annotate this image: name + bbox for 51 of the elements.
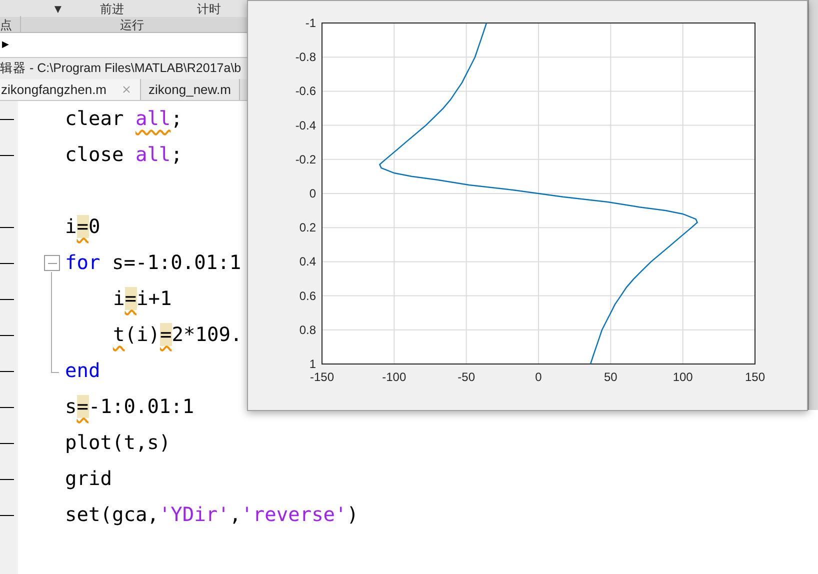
x-tick-label: -50 <box>458 370 475 384</box>
x-tick-label: -100 <box>382 370 406 384</box>
y-tick-label: 0.8 <box>299 322 316 337</box>
line-marker[interactable] <box>0 226 14 228</box>
editor-tab[interactable]: zikongfangzhen.m <box>0 79 141 100</box>
line-marker[interactable] <box>0 370 14 372</box>
x-tick-label: 50 <box>604 370 618 384</box>
y-tick-label: -0.6 <box>295 84 316 98</box>
address-bar[interactable]: ▶ <box>0 33 247 58</box>
y-tick-label: 0.6 <box>299 288 316 303</box>
x-tick-label: 100 <box>672 370 693 384</box>
code-line: plot(t,s) <box>65 430 171 456</box>
code-line: end <box>65 358 100 384</box>
y-tick-label: 0.4 <box>299 254 316 269</box>
fold-toggle-icon[interactable] <box>44 255 60 271</box>
line-marker[interactable] <box>0 154 14 156</box>
code-line: i=i+1 <box>113 286 172 312</box>
line-marker[interactable] <box>0 262 14 264</box>
y-tick-label: -1 <box>305 16 316 30</box>
fold-end-corner <box>51 353 59 373</box>
x-tick-label: 150 <box>744 370 766 384</box>
code-line: close all; <box>65 142 182 168</box>
code-line: t(i)=2*109. <box>113 322 242 348</box>
y-tick-label: -0.8 <box>295 50 316 64</box>
close-icon[interactable] <box>120 84 132 95</box>
x-tick-label: -150 <box>310 370 334 384</box>
ribbon-label[interactable]: 前进 <box>100 2 124 16</box>
y-tick-label: 1 <box>309 357 316 371</box>
ribbon-label[interactable]: ▼ <box>52 2 64 16</box>
code-line: clear all; <box>65 106 182 132</box>
y-tick-label: -0.2 <box>295 152 316 166</box>
editor-title: 辑器 - C:\Program Files\MATLAB\R2017a\b <box>0 58 247 79</box>
y-tick-label: 0.2 <box>299 220 316 235</box>
code-line: s=-1:0.01:1 <box>65 394 194 420</box>
line-marker[interactable] <box>0 298 14 300</box>
editor-tab[interactable]: zikong_new.m <box>140 79 240 100</box>
ribbon-section-label: 运行 <box>120 16 144 34</box>
line-marker[interactable] <box>0 118 14 120</box>
code-line: set(gca,'YDir','reverse') <box>65 502 359 528</box>
code-line: i=0 <box>65 214 100 240</box>
code-line: grid <box>65 466 112 492</box>
ribbon-label[interactable]: 计时 <box>196 2 221 16</box>
x-tick-label: 0 <box>535 370 542 384</box>
line-marker[interactable] <box>0 478 14 480</box>
y-tick-label: 0 <box>309 186 316 200</box>
code-line: for s=-1:0.01:1 <box>65 250 242 276</box>
line-marker[interactable] <box>0 334 14 336</box>
line-marker[interactable] <box>0 442 14 444</box>
line-marker[interactable] <box>0 514 14 516</box>
line-marker[interactable] <box>0 406 14 408</box>
y-tick-label: -0.4 <box>295 118 316 132</box>
